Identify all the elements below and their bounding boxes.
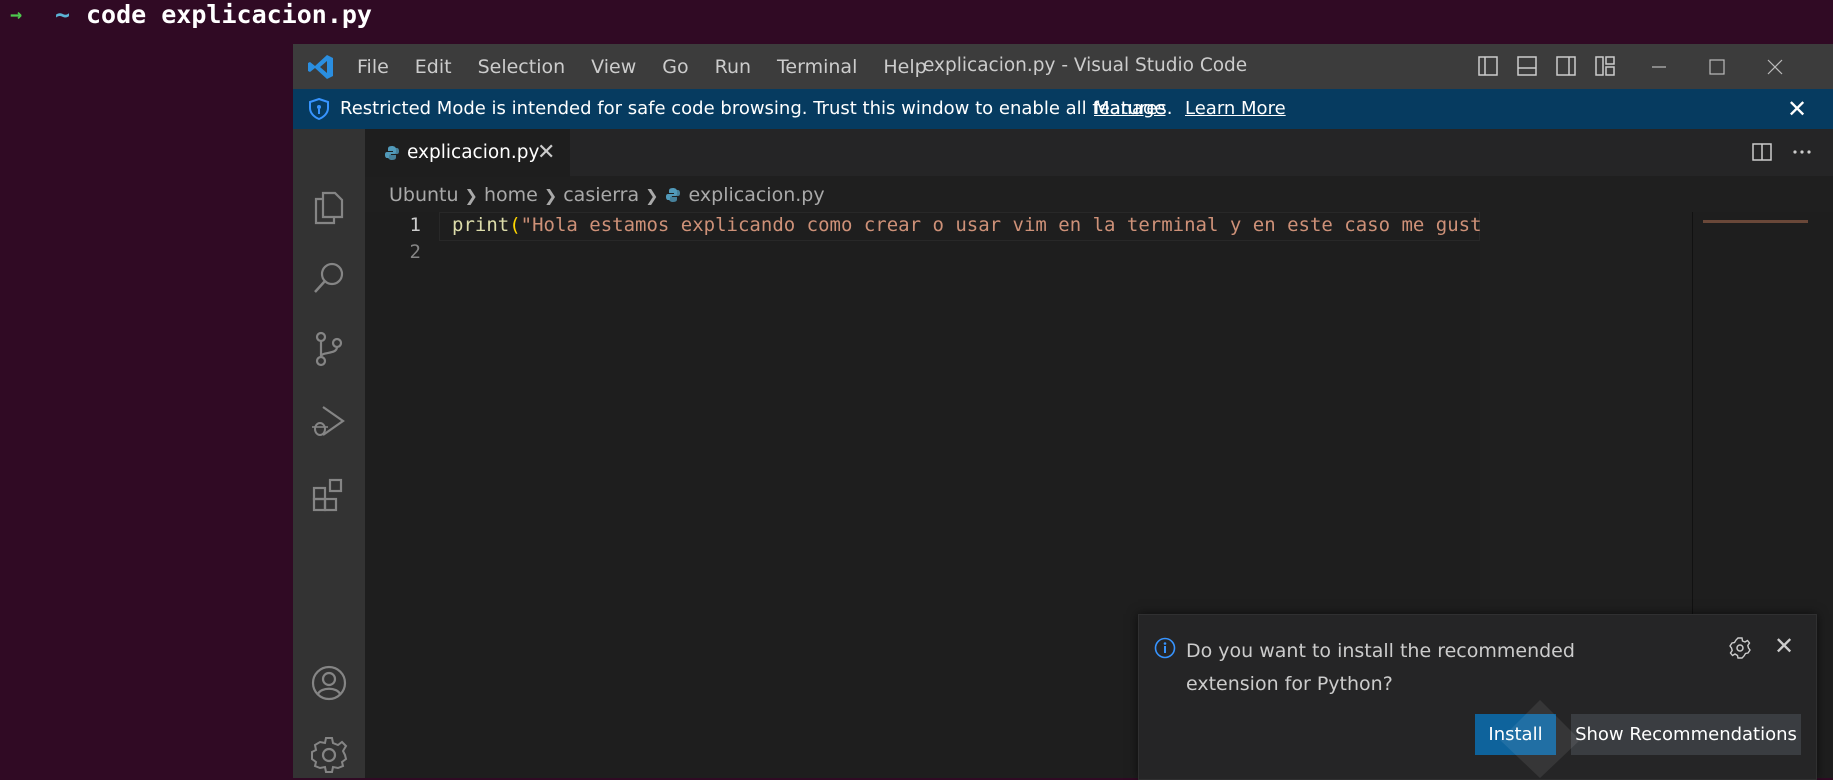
show-recommendations-button[interactable]: Show Recommendations [1571, 714, 1801, 755]
line-number: 1 [409, 214, 421, 236]
code-line[interactable]: 2 [365, 241, 1480, 270]
menu-edit[interactable]: Edit [415, 56, 452, 78]
minimap-line [1703, 220, 1811, 223]
chevron-right-icon: ❯ [645, 185, 659, 205]
shield-icon [309, 98, 329, 120]
more-actions-icon[interactable] [1791, 141, 1813, 163]
gear-icon[interactable] [1729, 637, 1751, 659]
breadcrumb-item-home[interactable]: home [484, 184, 538, 206]
menu-view[interactable]: View [591, 56, 636, 78]
menu-file[interactable]: File [357, 56, 389, 78]
editor-actions [1751, 141, 1813, 163]
code-paren: ( [509, 214, 521, 236]
breadcrumb-item-ubuntu[interactable]: Ubuntu [389, 184, 459, 206]
code-string: "Hola estamos explicando como crear o us… [520, 214, 1480, 236]
minimize-button[interactable] [1629, 44, 1689, 89]
tab-label: explicacion.py [407, 142, 540, 163]
close-window-button[interactable] [1745, 44, 1805, 89]
banner-message: Restricted Mode is intended for safe cod… [340, 98, 1173, 119]
source-control-icon[interactable] [309, 329, 349, 369]
code-content[interactable]: print("Hola estamos explicando como crea… [452, 214, 1480, 236]
code-line[interactable]: 1 print("Hola estamos explicando como cr… [365, 212, 1480, 241]
chevron-right-icon: ❯ [543, 185, 558, 205]
menu-help[interactable]: Help [883, 56, 926, 78]
notification-close-button[interactable]: ✕ [1774, 632, 1794, 660]
search-icon[interactable] [309, 259, 349, 299]
manage-gear-icon[interactable] [309, 735, 349, 775]
accounts-icon[interactable] [309, 663, 349, 703]
banner-close-button[interactable]: ✕ [1787, 95, 1807, 123]
restricted-mode-banner: Restricted Mode is intended for safe cod… [293, 89, 1833, 129]
manage-link[interactable]: Manage [1094, 98, 1166, 119]
python-file-icon [665, 188, 680, 202]
maximize-icon [1709, 58, 1725, 75]
info-icon [1154, 637, 1176, 659]
breadcrumb-item-casierra[interactable]: casierra [563, 184, 639, 206]
activity-bar [293, 129, 365, 778]
toggle-secondary-sidebar-icon[interactable] [1555, 55, 1577, 77]
tab-explicacion-py[interactable]: explicacion.py ✕ [365, 129, 570, 177]
prompt-tilde: ~ [55, 0, 71, 29]
learn-more-link[interactable]: Learn More [1185, 98, 1286, 119]
toggle-primary-sidebar-icon[interactable] [1477, 55, 1499, 77]
extension-recommendation-notification: Do you want to install the recommended e… [1138, 614, 1817, 780]
toggle-panel-icon[interactable] [1516, 55, 1538, 77]
customize-layout-icon[interactable] [1594, 55, 1616, 77]
menu-selection[interactable]: Selection [478, 56, 566, 78]
editor-tab-bar: explicacion.py ✕ [365, 129, 1833, 177]
maximize-button[interactable] [1687, 44, 1747, 89]
install-button[interactable]: Install [1475, 714, 1556, 755]
extensions-icon[interactable] [309, 474, 349, 514]
run-debug-icon[interactable] [309, 401, 349, 441]
split-editor-icon[interactable] [1751, 141, 1773, 163]
code-function: print [452, 214, 510, 236]
terminal-command: code explicacion.py [86, 0, 372, 29]
close-icon [1767, 59, 1783, 74]
layout-controls [1477, 55, 1633, 77]
python-file-icon [385, 146, 399, 160]
menu-go[interactable]: Go [662, 56, 688, 78]
minimize-icon [1652, 65, 1666, 68]
vscode-logo-icon [308, 55, 333, 79]
notification-message: Do you want to install the recommended e… [1186, 640, 1575, 695]
tab-close-button[interactable]: ✕ [537, 140, 555, 165]
breadcrumb: Ubuntu ❯ home ❯ casierra ❯ explicacion.p… [389, 184, 825, 206]
chevron-right-icon: ❯ [464, 185, 478, 205]
menu-bar: File Edit Selection View Go Run Terminal… [357, 44, 953, 89]
breadcrumb-item-file[interactable]: explicacion.py [689, 184, 825, 206]
prompt-arrow: → [10, 2, 23, 26]
explorer-icon[interactable] [309, 187, 349, 227]
window-title: explicacion.py - Visual Studio Code [923, 55, 1248, 76]
line-number: 2 [409, 241, 421, 263]
menu-run[interactable]: Run [715, 56, 751, 78]
menu-terminal[interactable]: Terminal [777, 56, 857, 78]
title-bar: File Edit Selection View Go Run Terminal… [293, 44, 1833, 89]
terminal-prompt: → ~ code explicacion.py [0, 0, 1833, 34]
